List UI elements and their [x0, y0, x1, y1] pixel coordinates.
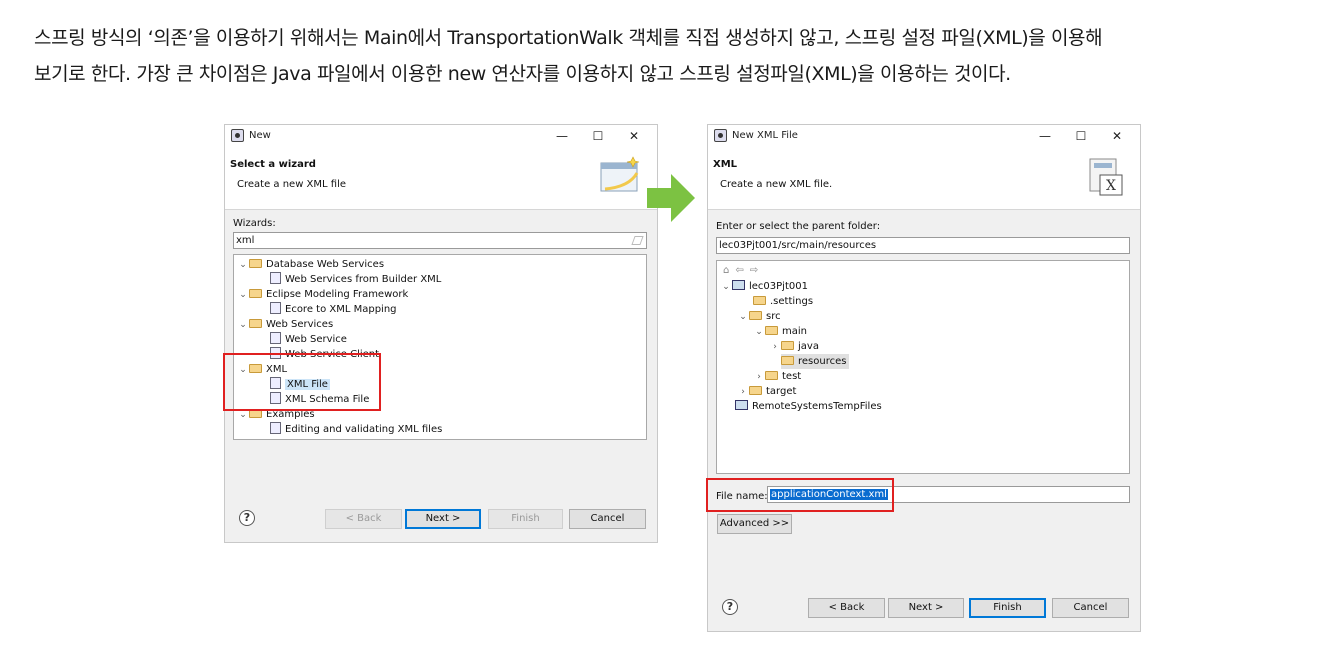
dialog-title: New — [249, 130, 271, 141]
xml-file-banner-icon: X — [1089, 158, 1123, 196]
folder-icon — [749, 311, 762, 320]
wizard-body: Enter or select the parent folder: lec03… — [708, 210, 1140, 631]
chevron-right-icon[interactable]: › — [753, 370, 765, 385]
chevron-right-icon[interactable]: › — [737, 385, 749, 400]
chevron-down-icon[interactable]: ⌄ — [720, 280, 732, 295]
tree-item-target[interactable]: › target — [737, 384, 796, 399]
chevron-down-icon[interactable]: ⌄ — [237, 258, 249, 273]
cancel-button[interactable]: Cancel — [1052, 598, 1129, 618]
close-button[interactable]: ✕ — [1102, 127, 1132, 145]
description-paragraph: 스프링 방식의 ‘의존’을 이용하기 위해서는 Main에서 Transport… — [34, 20, 1294, 92]
tree-item-database-web-services[interactable]: ⌄ Database Web Services — [237, 257, 384, 272]
header-description: Create a new XML file — [237, 179, 347, 190]
right-arrow-icon — [647, 174, 695, 222]
paragraph-line-2: 보기로 한다. 가장 큰 차이점은 Java 파일에서 이용한 new 연산자를… — [34, 63, 1011, 85]
chevron-down-icon[interactable]: ⌄ — [753, 325, 765, 340]
wizard-header: Select a wizard Create a new XML file — [225, 147, 657, 209]
tree-item-eclipse-modeling-framework[interactable]: ⌄ Eclipse Modeling Framework — [237, 287, 408, 302]
web-service-icon — [270, 332, 281, 344]
folder-icon — [781, 356, 794, 365]
header-title: Select a wizard — [230, 159, 316, 170]
tree-item-ecore-to-xml-mapping[interactable]: Ecore to XML Mapping — [270, 302, 397, 317]
folder-tree[interactable]: ⌂ ⇦ ⇨ ⌄ lec03Pjt001 .settings ⌄ src ⌄ main › j… — [716, 260, 1130, 474]
new-xml-file-dialog: New XML File — ☐ ✕ XML Create a new XML … — [707, 124, 1141, 632]
tree-item-resources[interactable]: resources — [781, 354, 850, 369]
wizard-filter-input[interactable]: xml — [233, 232, 647, 249]
header-description: Create a new XML file. — [720, 179, 833, 190]
finish-button[interactable]: Finish — [488, 509, 563, 529]
chevron-down-icon[interactable]: ⌄ — [737, 310, 749, 325]
advanced-button[interactable]: Advanced >> — [717, 514, 792, 534]
minimize-button[interactable]: — — [547, 127, 577, 145]
eclipse-icon — [714, 129, 727, 142]
parent-folder-label: Enter or select the parent folder: — [716, 221, 881, 232]
folder-icon — [249, 259, 262, 268]
tree-item-lec03pjt001[interactable]: ⌄ lec03Pjt001 — [720, 279, 808, 294]
folder-icon — [753, 296, 766, 305]
forward-arrow-icon[interactable]: ⇨ — [750, 265, 758, 276]
tree-item-remote-systems-temp-files[interactable]: RemoteSystemsTempFiles — [735, 399, 882, 414]
folder-icon — [781, 341, 794, 350]
back-button[interactable]: < Back — [808, 598, 885, 618]
help-icon[interactable]: ? — [239, 510, 255, 526]
maximize-button[interactable]: ☐ — [583, 127, 613, 145]
chevron-down-icon[interactable]: ⌄ — [237, 288, 249, 303]
maximize-button[interactable]: ☐ — [1066, 127, 1096, 145]
folder-icon — [765, 371, 778, 380]
help-icon[interactable]: ? — [722, 599, 738, 615]
tree-item-java[interactable]: › java — [769, 339, 819, 354]
file-name-highlight-box — [706, 478, 894, 512]
project-icon — [732, 280, 745, 290]
example-icon — [270, 422, 281, 434]
project-icon — [735, 400, 748, 410]
xml-highlight-box — [223, 353, 381, 411]
new-wizard-dialog: New — ☐ ✕ Select a wizard Create a new X… — [224, 124, 658, 543]
folder-icon — [249, 319, 262, 328]
home-icon[interactable]: ⌂ — [723, 265, 729, 276]
folder-icon — [749, 386, 762, 395]
tree-nav-bar: ⌂ ⇦ ⇨ — [723, 263, 758, 278]
folder-icon — [765, 326, 778, 335]
tree-item-web-services-from-builder-xml[interactable]: Web Services from Builder XML — [270, 272, 441, 287]
wizard-tree[interactable]: ⌄ Database Web Services Web Services from… — [233, 254, 647, 440]
folder-icon — [249, 289, 262, 298]
finish-button[interactable]: Finish — [969, 598, 1046, 618]
next-button[interactable]: Next > — [405, 509, 481, 529]
dialog-titlebar: New XML File — ☐ ✕ — [708, 125, 1140, 147]
tree-item-web-services[interactable]: ⌄ Web Services — [237, 317, 333, 332]
back-button[interactable]: < Back — [325, 509, 402, 529]
chevron-down-icon[interactable]: ⌄ — [237, 318, 249, 333]
back-arrow-icon[interactable]: ⇦ — [735, 265, 743, 276]
close-button[interactable]: ✕ — [619, 127, 649, 145]
svg-text:X: X — [1106, 178, 1116, 194]
tree-item-test[interactable]: › test — [753, 369, 801, 384]
parent-folder-input[interactable]: lec03Pjt001/src/main/resources — [716, 237, 1130, 254]
tree-item-web-service[interactable]: Web Service — [270, 332, 347, 347]
tree-item-src[interactable]: ⌄ src — [737, 309, 781, 324]
tree-item-main[interactable]: ⌄ main — [753, 324, 807, 339]
next-button[interactable]: Next > — [888, 598, 964, 618]
cancel-button[interactable]: Cancel — [569, 509, 646, 529]
dialog-title: New XML File — [732, 130, 798, 141]
eclipse-icon — [231, 129, 244, 142]
minimize-button[interactable]: — — [1030, 127, 1060, 145]
mapping-icon — [270, 302, 281, 314]
wizard-header: XML Create a new XML file. X — [708, 147, 1140, 209]
dialog-titlebar: New — ☐ ✕ — [225, 125, 657, 147]
wizard-banner-icon — [600, 156, 640, 192]
chevron-right-icon[interactable]: › — [769, 340, 781, 355]
tree-item-settings[interactable]: .settings — [753, 294, 813, 309]
web-service-icon — [270, 272, 281, 284]
header-title: XML — [713, 159, 738, 170]
wizards-label: Wizards: — [233, 218, 276, 229]
paragraph-line-1: 스프링 방식의 ‘의존’을 이용하기 위해서는 Main에서 Transport… — [34, 27, 1103, 49]
tree-item-editing-and-validating-xml[interactable]: Editing and validating XML files — [270, 422, 442, 437]
